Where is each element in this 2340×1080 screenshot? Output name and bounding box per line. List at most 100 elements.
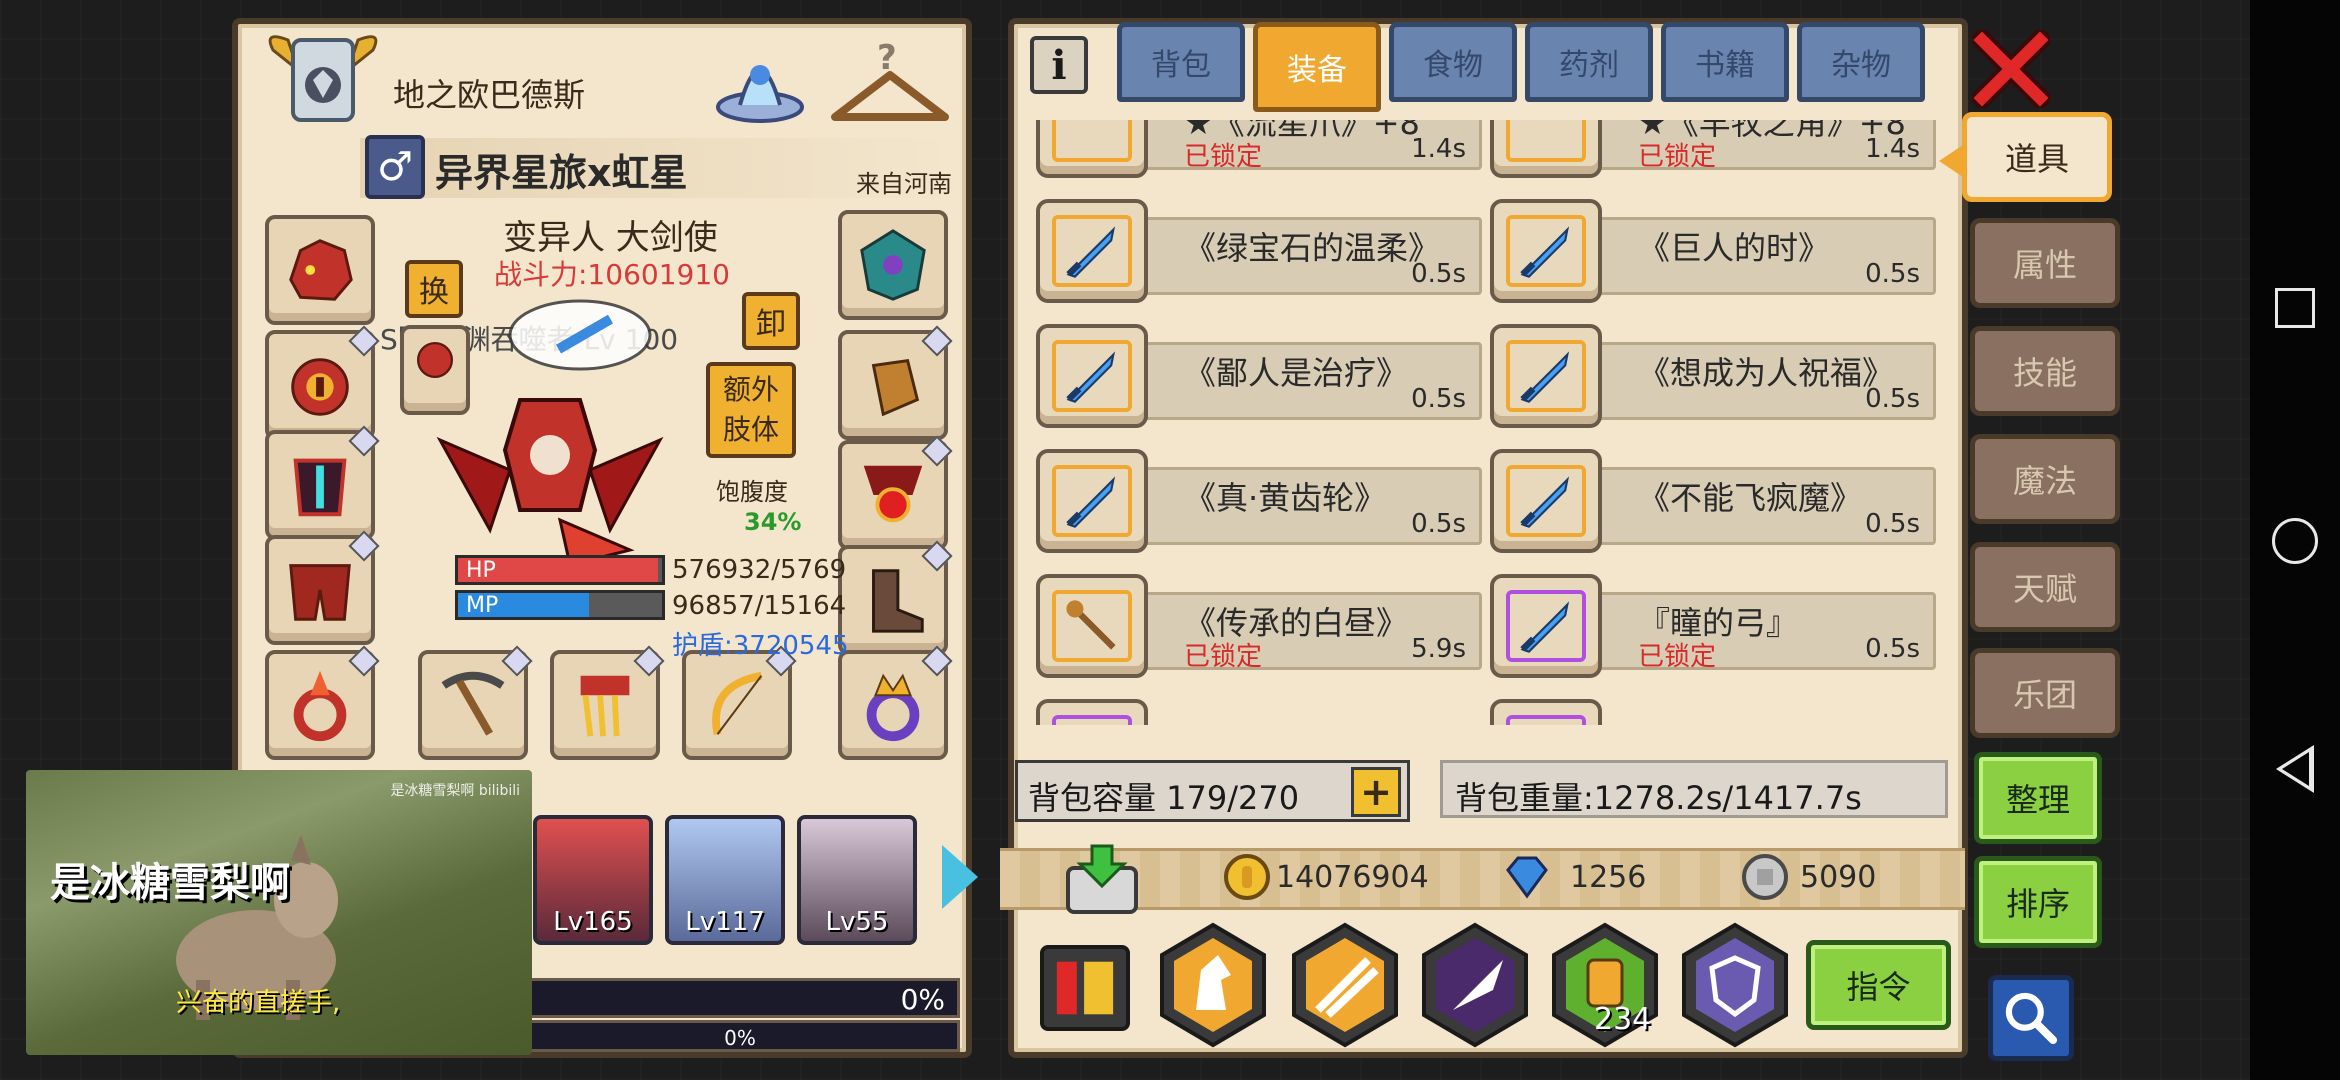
sword-icon <box>1052 215 1132 287</box>
tab-potion[interactable]: 药剂 <box>1525 22 1653 102</box>
item-card[interactable] <box>1036 695 1482 725</box>
mp-bar: MP <box>455 590 665 620</box>
equip-slot-ring[interactable] <box>265 645 380 760</box>
tab-misc[interactable]: 杂物 <box>1797 22 1925 102</box>
extra-limb-button[interactable]: 额外 肢体 <box>706 362 796 458</box>
side-tab-attributes[interactable]: 属性 <box>1970 218 2120 308</box>
item-card[interactable]: ★《羊牧之角》+8 已锁定 1.4s <box>1490 120 1936 182</box>
equip-slot-boots[interactable] <box>838 540 953 655</box>
equip-slot-pants[interactable] <box>265 530 380 645</box>
item-card[interactable]: 《不能飞疯魔》 0.5s <box>1490 445 1936 557</box>
dragon-pants-icon <box>289 564 351 621</box>
item-weight: 0.5s <box>1411 509 1466 539</box>
item-name: 《真·黄齿轮》 <box>1184 479 1387 517</box>
side-tab-items[interactable]: 道具 <box>1939 112 2112 202</box>
party-member-card[interactable]: Lv55 <box>797 815 917 945</box>
item-weight: 0.5s <box>1411 384 1466 414</box>
hanger-icon[interactable]: ? <box>825 35 955 135</box>
video-overlay[interactable]: 是冰糖雪梨啊 是冰糖雪梨啊 bilibili 兴奋的直搓手, <box>26 770 532 1055</box>
tab-backpack[interactable]: 背包 <box>1117 22 1245 102</box>
swap-button[interactable]: 换 <box>405 260 463 318</box>
potion-count: 234 <box>1594 1002 1652 1037</box>
item-card[interactable]: 《绿宝石的温柔》 0.5s <box>1036 195 1482 307</box>
item-weight: 1.4s <box>1411 134 1466 164</box>
pickaxe-icon <box>441 671 505 736</box>
organize-button[interactable]: 整理 <box>1974 752 2102 844</box>
item-card[interactable]: 《真·黄齿轮》 0.5s <box>1036 445 1482 557</box>
item-card[interactable]: 《想成为人祝福》 0.5s <box>1490 320 1936 432</box>
item-card[interactable]: ★《流星爪》+8 已锁定 1.4s <box>1036 120 1482 182</box>
item-weight: 0.5s <box>1411 259 1466 289</box>
strike-skill-icon[interactable] <box>1288 920 1402 1050</box>
equip-slot-armor[interactable] <box>265 425 380 540</box>
selected-pointer-icon <box>1939 145 1963 177</box>
item-weight: 0.5s <box>1865 509 1920 539</box>
side-tab-label: 天赋 <box>2012 570 2077 608</box>
download-chest-icon[interactable] <box>1062 842 1142 916</box>
player-name: 地之欧巴德斯 <box>393 76 586 114</box>
equip-slot-tool[interactable] <box>418 645 533 760</box>
item-icon-frame <box>1490 324 1602 428</box>
equip-slot-helmet[interactable] <box>265 215 375 325</box>
equip-slot-bow[interactable] <box>682 645 797 760</box>
sword-icon <box>1506 465 1586 537</box>
satiety-value: 34% <box>744 508 802 536</box>
side-tab-magic[interactable]: 魔法 <box>1970 434 2120 524</box>
video-watermark: 是冰糖雪梨啊 bilibili <box>390 783 520 799</box>
video-logo: 是冰糖雪梨啊 <box>50 860 290 906</box>
expand-bag-button[interactable]: + <box>1351 767 1401 817</box>
item-card[interactable]: 『瞳的弓』 已锁定 0.5s <box>1490 570 1936 682</box>
tab-food[interactable]: 食物 <box>1389 22 1517 102</box>
shield-skill-icon[interactable] <box>1678 920 1792 1050</box>
search-icon[interactable] <box>1988 975 2074 1061</box>
portal-icon[interactable] <box>710 35 810 125</box>
side-tab-talent[interactable]: 天赋 <box>1970 542 2120 632</box>
male-gender-icon: ♂ <box>365 135 425 199</box>
side-tab-band[interactable]: 乐团 <box>1970 648 2120 738</box>
equip-slot-gloves[interactable] <box>838 325 953 440</box>
number-toggle-icon[interactable] <box>1040 945 1130 1031</box>
item-icon-frame <box>1490 120 1602 178</box>
equip-slot-accessory[interactable] <box>265 325 380 440</box>
item-icon-frame <box>1036 199 1148 303</box>
party-member-level: Lv55 <box>825 907 889 937</box>
item-card[interactable]: 《鄙人是治疗》 0.5s <box>1036 320 1482 432</box>
tab-books[interactable]: 书籍 <box>1661 22 1789 102</box>
party-member-level: Lv117 <box>685 907 765 937</box>
back-button[interactable] <box>2270 744 2320 794</box>
party-member-card[interactable]: Lv117 <box>665 815 785 945</box>
party-next-arrow-icon[interactable] <box>942 845 978 909</box>
item-card[interactable]: 《巨人的时》 0.5s <box>1490 195 1936 307</box>
bag-weight: 背包重量:1278.2s/1417.7s <box>1440 760 1948 818</box>
item-icon-frame <box>1036 324 1148 428</box>
equip-slot-crest[interactable] <box>838 210 948 320</box>
gold-amount: 14076904 <box>1276 860 1429 895</box>
item-icon <box>1052 715 1132 725</box>
equip-slot-crown[interactable] <box>838 645 953 760</box>
equip-slot-claw[interactable] <box>550 645 665 760</box>
blade-skill-icon[interactable] <box>1418 920 1532 1050</box>
unequip-button[interactable]: 卸 <box>742 292 800 350</box>
party-member-card[interactable]: Lv165 <box>533 815 653 945</box>
home-button[interactable] <box>2270 516 2320 566</box>
close-icon[interactable] <box>1972 30 2050 108</box>
progress-bar-2: 0% <box>520 1020 960 1052</box>
side-tab-label: 魔法 <box>2012 462 2077 500</box>
sort-button[interactable]: 排序 <box>1974 856 2102 948</box>
item-card[interactable]: 《传承的白昼》 已锁定 5.9s <box>1036 570 1482 682</box>
command-button[interactable]: 指令 <box>1806 940 1951 1030</box>
golden-bow-icon <box>712 671 763 736</box>
mp-label: MP <box>466 593 499 618</box>
bag-capacity-text: 背包容量 179/270 <box>1028 779 1300 817</box>
side-tab-skills[interactable]: 技能 <box>1970 326 2120 416</box>
player-character-sprite <box>436 398 664 567</box>
square-icon <box>2275 288 2315 328</box>
recent-apps-button[interactable] <box>2270 283 2320 333</box>
tab-equipment[interactable]: 装备 <box>1253 22 1381 112</box>
progress-bar-1: 0% <box>520 978 960 1018</box>
item-card[interactable] <box>1490 695 1936 725</box>
info-button[interactable]: i <box>1030 36 1088 94</box>
equip-slot-necklace[interactable] <box>838 435 953 550</box>
knight-skill-icon[interactable] <box>1156 920 1270 1050</box>
satiety-label: 饱腹度 <box>716 478 788 506</box>
